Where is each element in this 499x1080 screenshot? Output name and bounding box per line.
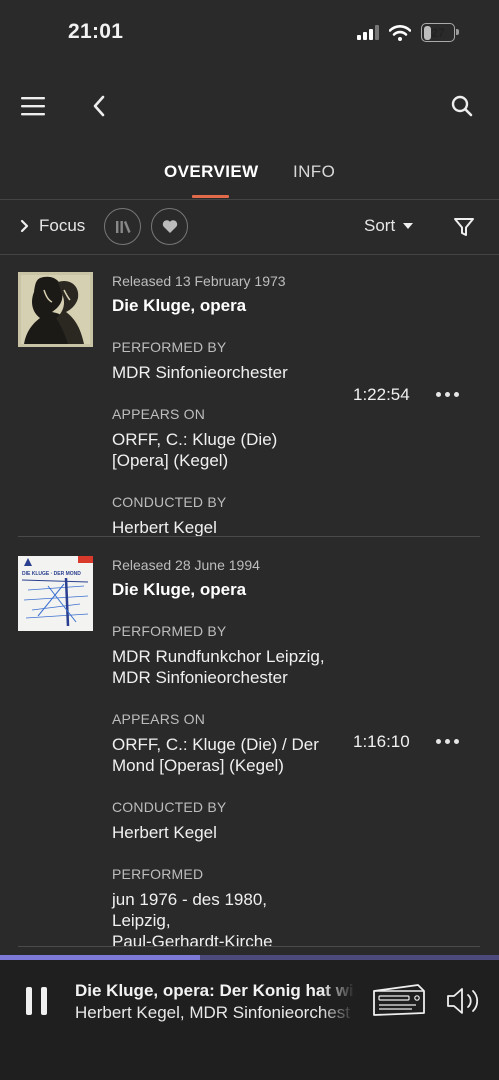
appears-on-label: APPEARS ON <box>112 406 206 422</box>
hamburger-menu-icon[interactable] <box>20 94 46 118</box>
pause-icon[interactable] <box>26 987 47 1015</box>
appears-on-label: APPEARS ON <box>112 711 206 727</box>
top-bar <box>0 80 499 132</box>
library-filter-button[interactable] <box>104 208 141 245</box>
audio-device-icon[interactable] <box>372 982 426 1018</box>
appears-on-value[interactable]: ORFF, C.: Kluge (Die) / Der Mond [Operas… <box>112 734 342 776</box>
volume-icon[interactable] <box>444 985 482 1017</box>
release-duration: 1:16:10 <box>353 732 410 751</box>
album-cover[interactable]: DIE KLUGE · DER MOND <box>18 556 93 631</box>
release-date: Released 28 June 1994 <box>112 557 260 573</box>
performed-label: PERFORMED <box>112 866 204 882</box>
playback-progress-fill <box>0 955 200 960</box>
status-icons: 27 <box>357 23 459 42</box>
filter-bar: Focus Sort <box>0 200 499 255</box>
sort-label: Sort <box>364 216 396 235</box>
heart-icon <box>162 220 177 233</box>
caret-down-icon <box>403 223 414 229</box>
filter-funnel-icon[interactable] <box>452 215 476 239</box>
more-options-icon[interactable] <box>436 739 459 744</box>
conducted-by-value[interactable]: Herbert Kegel <box>112 822 342 843</box>
conducted-by-label: CONDUCTED BY <box>112 799 227 815</box>
cellular-signal-icon <box>357 25 379 40</box>
performed-by-label: PERFORMED BY <box>112 339 227 355</box>
battery-icon: 27 <box>421 23 459 42</box>
more-options-icon[interactable] <box>436 392 459 397</box>
release-title[interactable]: Die Kluge, opera <box>112 580 342 600</box>
tab-info[interactable]: INFO <box>293 162 335 182</box>
performed-by-label: PERFORMED BY <box>112 623 227 639</box>
appears-on-value[interactable]: ORFF, C.: Kluge (Die) [Opera] (Kegel) <box>112 429 342 471</box>
performed-by-value[interactable]: MDR Rundfunkchor Leipzig, MDR Sinfonieor… <box>112 646 342 688</box>
focus-label: Focus <box>39 216 86 235</box>
performed-by-value[interactable]: MDR Sinfonieorchester <box>112 362 342 383</box>
release-duration: 1:22:54 <box>353 385 410 404</box>
release-item[interactable]: DIE KLUGE · DER MOND Released 28 June 19… <box>18 556 480 951</box>
conducted-by-value[interactable]: Herbert Kegel <box>112 517 342 538</box>
back-arrow-icon[interactable] <box>88 94 110 118</box>
focus-toggle[interactable]: Focus <box>20 216 85 236</box>
album-cover[interactable] <box>18 272 93 347</box>
favorite-filter-button[interactable] <box>151 208 188 245</box>
now-playing-artist[interactable]: Herbert Kegel, MDR Sinfonieorchest <box>75 1003 355 1023</box>
release-details: Released 13 February 1973 Die Kluge, ope… <box>112 272 342 538</box>
wifi-icon <box>389 24 411 41</box>
playback-progress-bar[interactable] <box>0 955 499 960</box>
tab-bar: OVERVIEW INFO <box>0 150 499 200</box>
active-tab-indicator <box>192 195 229 198</box>
release-item[interactable]: Released 13 February 1973 Die Kluge, ope… <box>18 272 480 537</box>
library-icon <box>115 220 131 233</box>
tab-overview[interactable]: OVERVIEW <box>164 162 259 182</box>
cover-text: DIE KLUGE · DER MOND <box>22 571 81 577</box>
battery-level: 27 <box>431 25 445 40</box>
divider <box>18 536 480 537</box>
release-details: Released 28 June 1994 Die Kluge, opera P… <box>112 556 342 952</box>
performed-value: jun 1976 - des 1980, Leipzig, Paul-Gerha… <box>112 890 273 951</box>
mini-player[interactable]: Die Kluge, opera: Der Konig hat wie Herb… <box>0 955 499 1080</box>
status-time: 21:01 <box>68 20 124 43</box>
now-playing-title[interactable]: Die Kluge, opera: Der Konig hat wie <box>75 981 355 1001</box>
chevron-right-icon <box>20 219 29 233</box>
release-title[interactable]: Die Kluge, opera <box>112 296 342 316</box>
status-bar: 21:01 27 <box>0 0 499 70</box>
divider <box>18 946 480 947</box>
search-icon[interactable] <box>450 94 474 118</box>
conducted-by-label: CONDUCTED BY <box>112 494 227 510</box>
sort-dropdown[interactable]: Sort <box>364 216 414 236</box>
release-date: Released 13 February 1973 <box>112 273 286 289</box>
